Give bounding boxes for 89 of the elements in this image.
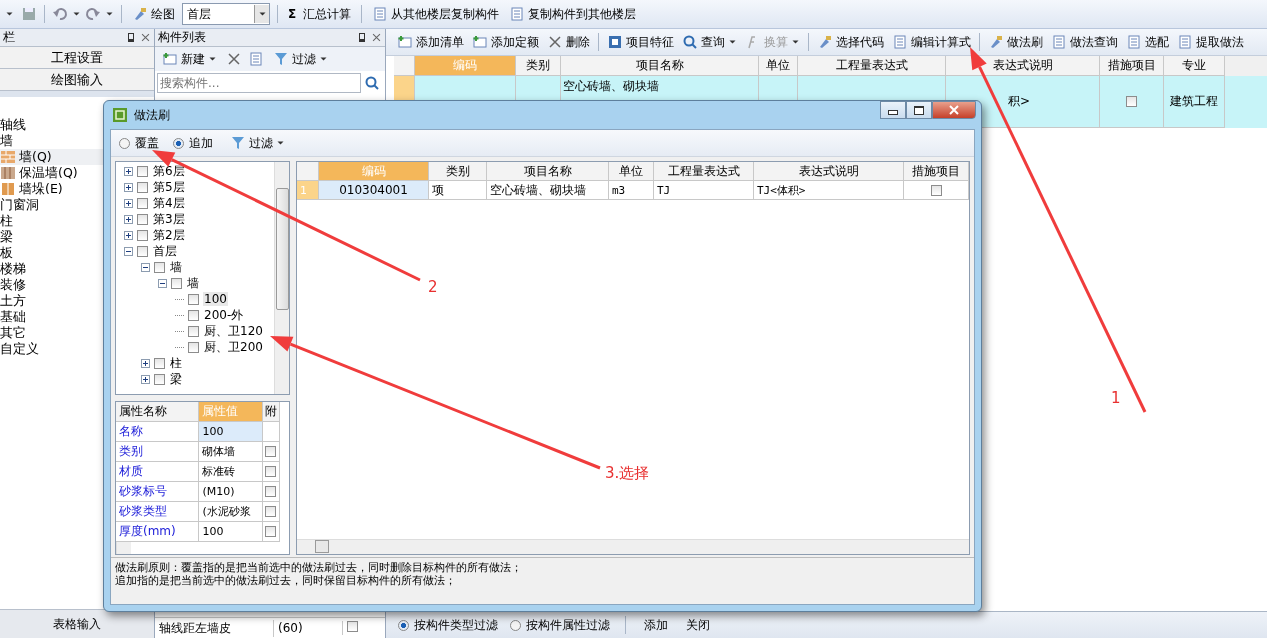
copy-from-button[interactable]: 从其他楼层复制构件 [369,4,503,24]
sum-button[interactable]: Σ 汇总计算 [285,4,355,24]
column-header[interactable]: 工程量表达式 [654,162,754,181]
table-cell: 空心砖墙、砌块墙 [487,181,609,200]
tree-item[interactable]: 100 [203,292,228,306]
radio-label[interactable]: 按构件类型过滤 [414,616,498,634]
action-button[interactable]: 添加 [641,616,671,634]
note-text: 做法刷原则：覆盖指的是把当前选中的做法刷过去，同时删除目标构件的所有做法； [115,561,523,574]
nav-button[interactable]: 绘图输入 [0,69,154,91]
table-cell: 010304001 [319,181,429,200]
column-header[interactable]: 专业 [1164,56,1225,76]
search-field[interactable]: 搜索构件... [157,73,361,93]
nav-item[interactable]: 保温墙(Q) [0,165,154,181]
tree-item[interactable]: 第2层 [152,226,186,244]
toolbar-button[interactable]: 项目特征 [604,32,677,52]
tree-item[interactable]: 梁 [169,370,183,388]
row-number: 1 [297,181,319,200]
tree-item[interactable]: 第4层 [152,194,186,212]
property-value[interactable]: 100 [199,522,264,541]
floor-dropdown[interactable]: 首层 [182,3,270,25]
column-header[interactable]: 附 [263,402,280,421]
toolbar-button[interactable]: 添加定额 [469,32,542,52]
property-value[interactable]: (水泥砂浆 [199,502,264,521]
property-value[interactable]: (M10) [199,482,264,501]
column-header[interactable]: 项目名称 [561,56,759,76]
property-name: 砂浆类型 [116,502,200,521]
toolbar-button[interactable]: 做法查询 [1048,32,1121,52]
toolbar-button[interactable]: 做法刷 [985,32,1046,52]
new-button[interactable]: 新建 [159,49,220,69]
annotation-label: 1 [1111,389,1121,407]
toolbar-button[interactable]: 选择代码 [814,32,887,52]
tree-item[interactable]: 首层 [152,242,178,260]
column-header[interactable]: 工程量表达式 [798,56,946,76]
property-value[interactable]: 100 [199,422,264,441]
tree-item[interactable]: 第3层 [152,210,186,228]
window-title: 做法刷 [134,106,171,124]
property-name: 厚度(mm) [116,522,200,541]
toolbar-button[interactable]: 提取做法 [1174,32,1247,52]
radio-label[interactable]: 按构件属性过滤 [526,616,610,634]
toolbar-button[interactable]: 选配 [1123,32,1172,52]
table-cell: TJ [654,181,754,200]
toolbar-button[interactable]: 删除 [544,32,593,52]
tree-item[interactable]: 厨、卫120 [203,322,264,340]
table-cell: (60) [274,621,343,635]
nav-button[interactable]: 工程设置 [0,47,154,69]
panel-title: 栏 [3,29,16,46]
tree-item[interactable]: 墙 [169,258,183,276]
radio-label[interactable]: 覆盖 [135,134,159,152]
property-value[interactable]: 砌体墙 [199,442,264,461]
column-header[interactable]: 单位 [759,56,798,76]
tree-item[interactable]: 200-外 [203,306,245,324]
tree-item[interactable]: 墙 [186,274,200,292]
column-header[interactable]: 措施项目 [1100,56,1164,76]
radio-label[interactable]: 追加 [189,134,213,152]
table-cell: 项 [429,181,487,200]
column-header[interactable]: 表达式说明 [946,56,1100,76]
column-header[interactable]: 项目名称 [487,162,609,181]
note-text: 追加指的是把当前选中的做法刷过去，同时保留目标构件的所有做法； [115,574,457,587]
annotation-label: 3.选择 [605,464,650,483]
tree-item[interactable]: 厨、卫200 [203,338,264,356]
copy-to-button[interactable]: 复制构件到其他楼层 [506,4,640,24]
property-name: 砂浆标号 [116,482,200,501]
table-cell: m3 [609,181,654,200]
annotation-label: 2 [428,278,438,296]
toolbar-button[interactable]: 查询 [679,32,740,52]
filter-button[interactable]: 过滤 [270,49,331,69]
tree-item[interactable]: 第6层 [152,162,186,180]
column-header[interactable]: 单位 [609,162,654,181]
draw-button[interactable]: 绘图 [129,4,178,24]
property-name: 材质 [116,462,200,481]
table-input-button[interactable]: 表格输入 [0,609,154,638]
tree-item[interactable]: 第5层 [152,178,186,196]
property-value[interactable]: 标准砖 [199,462,264,481]
column-header[interactable]: 表达式说明 [754,162,904,181]
table-cell: 建筑工程 [1164,76,1225,128]
filter-button[interactable]: 过滤 [227,133,288,153]
tree-item[interactable]: 柱 [169,354,183,372]
table-cell: 轴线距左墙皮 [155,619,274,637]
column-header[interactable]: 类别 [516,56,561,76]
panel-title: 构件列表 [158,29,207,46]
action-button[interactable]: 关闭 [683,616,713,634]
toolbar-button[interactable]: 编辑计算式 [889,32,974,52]
column-header[interactable]: 属性名称 [116,402,200,421]
property-name: 类别 [116,442,200,461]
table-cell: TJ<体积> [754,181,904,200]
nav-item[interactable]: 墙垛(E) [0,181,154,197]
column-header[interactable]: 类别 [429,162,487,181]
column-header[interactable]: 措施项目 [904,162,969,181]
toolbar-button[interactable]: 添加清单 [394,32,467,52]
